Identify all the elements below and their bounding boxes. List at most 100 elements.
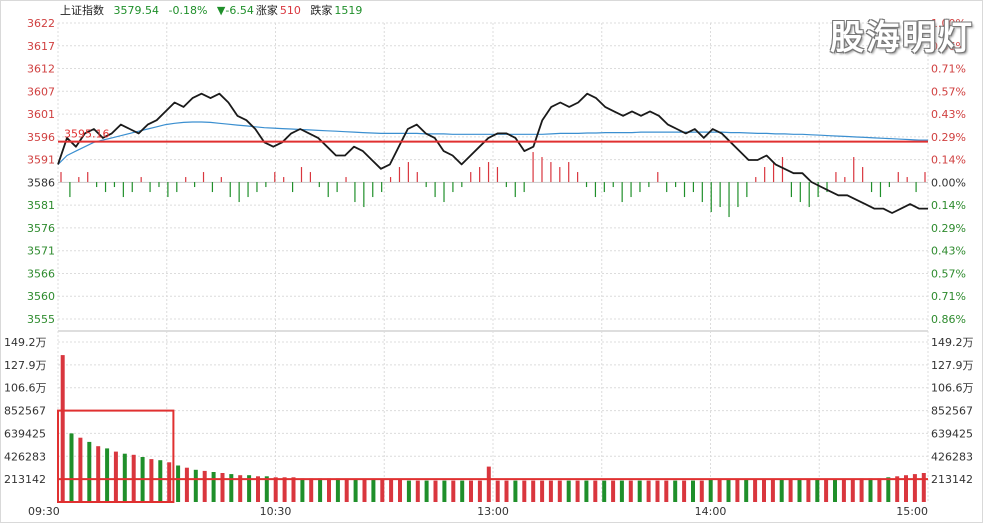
- volume-bar: [637, 480, 642, 502]
- price-tick-label: 3555: [27, 313, 55, 326]
- time-tick-label: 10:30: [260, 505, 292, 518]
- volume-bar: [691, 480, 695, 502]
- axis-labels: 3622 1.00%3617 0.86%3612 0.71%3607 0.57%3601…: [4, 17, 974, 518]
- pct-tick-label: 0.71%: [931, 290, 966, 303]
- volume-tick-label: 852567: [4, 405, 46, 418]
- volume-bar: [593, 480, 598, 502]
- volume-bar: [744, 479, 749, 502]
- volume-bar: [291, 477, 296, 502]
- volume-bar: [504, 480, 509, 502]
- volume-bar: [833, 479, 837, 502]
- volume-bar: [815, 479, 820, 502]
- pct-tick-label: 0.14%: [931, 154, 966, 167]
- volume-bar: [451, 480, 456, 502]
- volume-bar: [220, 473, 225, 502]
- volume-bar: [398, 479, 402, 502]
- volume-bar: [424, 480, 429, 502]
- volume-bar: [619, 480, 624, 502]
- price-tick-label: 3601: [27, 108, 55, 121]
- volume-bar: [477, 480, 482, 502]
- pct-tick-label: 0.86%: [931, 313, 966, 326]
- volume-bar: [708, 479, 713, 502]
- volume-bar: [486, 466, 491, 502]
- volume-bar: [122, 453, 127, 502]
- volume-bar: [273, 477, 278, 502]
- volume-bar: [664, 480, 669, 502]
- volume-bar: [460, 480, 465, 502]
- time-tick-label: 09:30: [28, 505, 60, 518]
- volume-bar: [753, 479, 758, 502]
- volume-bar: [850, 479, 855, 502]
- volume-bar: [335, 478, 340, 502]
- volume-bar: [540, 480, 545, 502]
- chart-window: 上证指数 3579.54 -0.18% ▼-6.54 涨家 510 跌家 1519 3…: [0, 0, 983, 523]
- volume-tick-label-right: 213142: [931, 473, 973, 486]
- volume-bar: [256, 476, 260, 502]
- volume-bar: [184, 467, 189, 502]
- volume-bar: [726, 479, 731, 502]
- volume-bar: [389, 479, 394, 502]
- pct-tick-label: 0.71%: [931, 63, 966, 76]
- volume-bar: [513, 480, 518, 502]
- price-tick-label: 3596: [27, 131, 55, 144]
- volume-bar: [264, 476, 269, 502]
- volume-tick-label: 213142: [4, 473, 46, 486]
- pct-tick-label: 0.43%: [931, 108, 966, 121]
- volume-tick-label-right: 149.2万: [931, 336, 974, 349]
- volume-bar: [362, 479, 367, 502]
- price-tick-label: 3571: [27, 245, 55, 258]
- volume-bar: [824, 479, 829, 502]
- volume-bar: [788, 479, 793, 502]
- volume-bar: [167, 462, 172, 502]
- volume-bar: [868, 478, 873, 502]
- volume-bar: [699, 480, 704, 502]
- price-tick-label: 3560: [27, 290, 55, 303]
- volume-bar: [300, 478, 305, 502]
- volume-bar: [495, 480, 500, 502]
- watermark-logo: 股海明灯: [830, 18, 974, 58]
- volume-bar: [105, 448, 110, 502]
- volume-bar: [566, 480, 571, 502]
- volume-bar: [96, 446, 101, 502]
- volume-bar: [548, 480, 553, 502]
- volume-tick-label: 127.9万: [4, 359, 47, 372]
- volume-bar: [921, 473, 926, 502]
- volume-bar: [806, 479, 811, 502]
- volume-bar: [282, 477, 287, 502]
- volume-bar: [69, 433, 74, 502]
- volume-bar: [584, 480, 589, 502]
- volume-tick-label-right: 127.9万: [931, 359, 974, 372]
- volume-bar: [176, 465, 181, 502]
- pct-tick-label: 0.00%: [931, 176, 966, 189]
- price-tick-label: 3607: [27, 85, 55, 98]
- volume-bar: [193, 469, 198, 502]
- time-tick-label: 13:00: [477, 505, 509, 518]
- pct-tick-label: 0.29%: [931, 222, 966, 235]
- volume-bar: [211, 472, 216, 502]
- reference-line-label: 3595.16: [64, 128, 110, 141]
- volume-bar: [113, 451, 118, 502]
- volume-bar: [682, 480, 687, 502]
- pct-tick-label: 0.14%: [931, 199, 966, 212]
- pct-tick-label: 0.57%: [931, 267, 966, 280]
- time-tick-label: 15:00: [896, 505, 928, 518]
- volume-bar: [602, 480, 607, 502]
- volume-bar: [309, 478, 314, 502]
- volume-bar: [353, 479, 358, 502]
- grid-lines: [57, 22, 929, 502]
- pct-tick-label: 0.57%: [931, 85, 966, 98]
- price-tick-label: 3622: [27, 17, 55, 30]
- volume-bar: [895, 476, 900, 502]
- volume-bar: [78, 437, 83, 502]
- volume-tick-label-right: 852567: [931, 405, 973, 418]
- volume-bar: [433, 480, 438, 502]
- volume-bar: [442, 480, 447, 502]
- volume-tick-label: 106.6万: [4, 382, 47, 395]
- volume-bar: [646, 480, 651, 502]
- volume-tick-label: 426283: [4, 450, 46, 463]
- price-tick-label: 3586: [27, 176, 55, 189]
- volume-bar: [202, 470, 207, 502]
- volume-bar: [469, 480, 473, 502]
- price-tick-label: 3566: [27, 267, 55, 280]
- volume-bar: [628, 480, 633, 502]
